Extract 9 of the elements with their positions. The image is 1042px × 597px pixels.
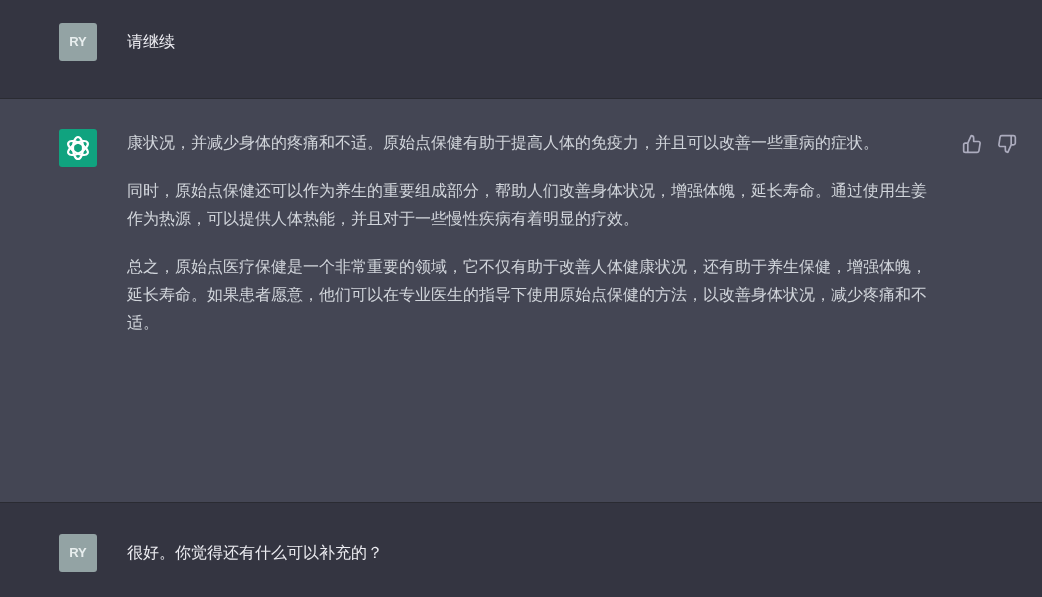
message-text: 请继续 bbox=[127, 32, 176, 52]
user-avatar: RY bbox=[59, 23, 97, 61]
message-text: 很好。你觉得还有什么可以补充的？ bbox=[127, 543, 384, 563]
message-text: 总之，原始点医疗保健是一个非常重要的领域，它不仅有助于改善人体健康状况，还有助于养生保健，增强体魄，延长寿命。如果患者愿意，他们可以在专业医生的指导下使用原始点保健的方法，以改善身体状况，减少疼痛和不适。 bbox=[127, 257, 928, 333]
message-text: 同时，原始点保健还可以作为养生的重要组成部分，帮助人们改善身体状况，增强体魄，延长寿命。通过使用生姜作为热源，可以提供人体热能，并且对于一些慢性疾病有着明显的疗效。 bbox=[127, 181, 928, 229]
message-text: 康状况，并减少身体的疼痛和不适。原始点保健有助于提高人体的免疫力，并且可以改善一些重病的症状。 bbox=[127, 133, 880, 153]
user-avatar: RY bbox=[59, 534, 97, 572]
thumbs-up-icon[interactable] bbox=[962, 134, 982, 154]
thumbs-down-icon[interactable] bbox=[997, 134, 1017, 154]
